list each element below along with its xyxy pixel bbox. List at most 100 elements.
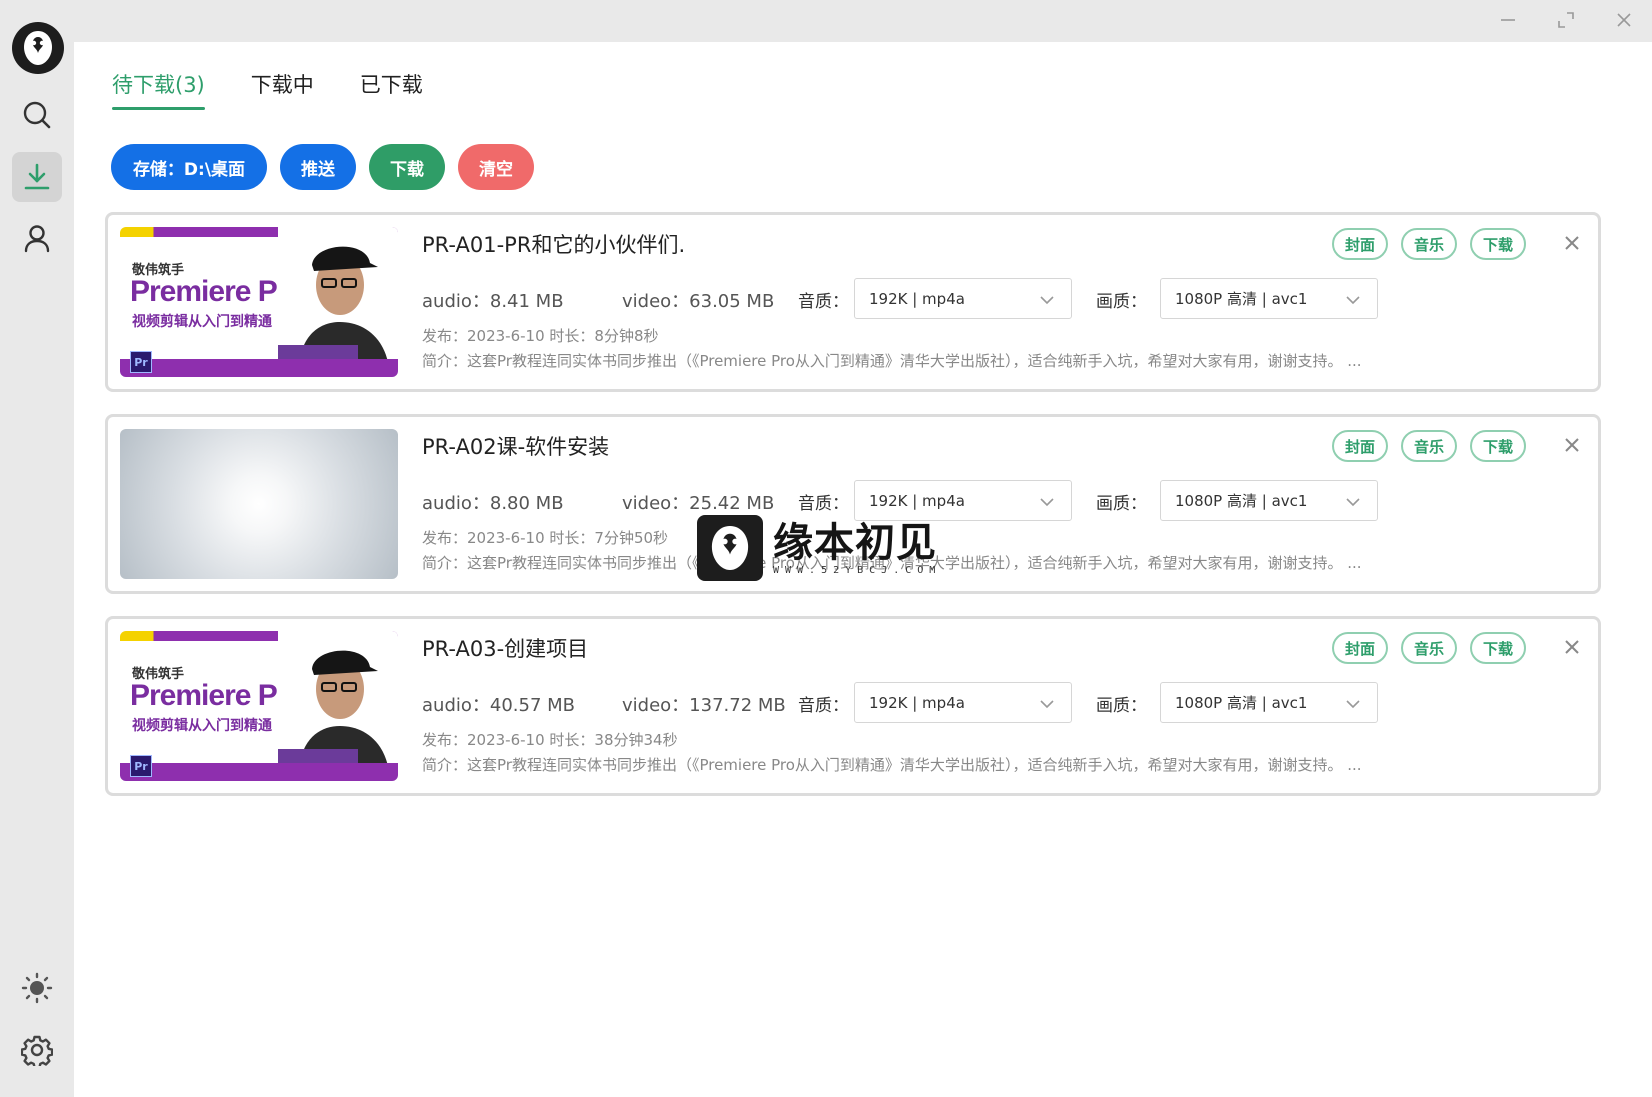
watermark: 缘本初见 WWW.52YBCJ.COM [697,514,941,582]
thumb-bottom-stripe [120,359,398,377]
watermark-title: 缘本初见 [773,519,937,566]
audio-quality-value: 192K | mp4a [869,289,965,308]
video-thumbnail[interactable]: 敬伟筑手 Premiere Pro 视频剪辑从入门到精通 Pr [120,631,398,781]
push-button[interactable]: 推送 [280,144,356,190]
video-quality-value: 1080P 高清 | avc1 [1175,694,1308,712]
remove-item-button[interactable] [1562,435,1582,455]
remove-item-button[interactable] [1562,637,1582,657]
tab-downloading[interactable]: 下载中 [251,70,314,110]
video-quality-select[interactable]: 1080P 高清 | avc1 [1160,682,1378,723]
music-button[interactable]: 音乐 [1401,228,1458,260]
thumb-subtitle: 视频剪辑从入门到精通 [132,314,272,330]
download-button[interactable]: 下载 [1470,228,1527,260]
cover-button[interactable]: 封面 [1332,228,1389,260]
download-icon [23,162,51,192]
audio-quality-select[interactable]: 192K | mp4a [854,278,1072,319]
sidebar-item-search[interactable] [12,90,62,140]
watermark-logo-icon [697,515,763,581]
chevron-down-icon [1039,494,1055,512]
user-icon [23,223,51,253]
app-logo-icon [12,22,64,74]
video-quality-label: 画质： [1096,494,1147,514]
close-icon [1562,236,1582,257]
presenter-image [278,227,398,377]
video-card: 敬伟筑手 Premiere Pro 视频剪辑从入门到精通 Pr PR-A03-创… [105,616,1601,796]
sun-icon [21,972,53,1004]
gear-icon [21,1034,53,1066]
video-title: PR-A03-创建项目 [422,637,589,661]
publish-info: 发布：2023-6-10 时长：7分钟50秒 [422,529,669,547]
close-icon [1562,640,1582,661]
video-quality-value: 1080P 高清 | avc1 [1175,492,1308,510]
video-thumbnail[interactable]: 敬伟筑手 Premiere Pro 视频剪辑从入门到精通 Pr [120,227,398,377]
sidebar-item-theme[interactable] [12,963,62,1013]
audio-size: audio：40.57 MB [422,695,576,716]
sidebar-item-download[interactable] [12,152,62,202]
video-title: PR-A02课-软件安装 [422,435,610,459]
music-button[interactable]: 音乐 [1401,632,1458,664]
video-size: video：63.05 MB [622,291,775,312]
video-card: 敬伟筑手 Premiere Pro 视频剪辑从入门到精通 Pr PR-A01-P… [105,212,1601,392]
audio-quality-label: 音质： [798,292,849,312]
video-description: 简介：这套Pr教程连同实体书同步推出（《Premiere Pro从入门到精通》清… [422,352,1362,370]
video-quality-label: 画质： [1096,696,1147,716]
minimize-icon [1499,11,1517,33]
video-description: 简介：这套Pr教程连同实体书同步推出（《Premiere Pro从入门到精通》清… [422,756,1362,774]
thumb-subtitle: 视频剪辑从入门到精通 [132,718,272,734]
download-button[interactable]: 下载 [1470,430,1527,462]
title-bar [74,0,1652,42]
presenter-image [278,631,398,781]
video-description: 简介：这套Pr教程连同实体书同步推出（《Premiere Pro从入门到精通》清… [422,554,1362,572]
video-quality-label: 画质： [1096,292,1147,312]
tab-bar: 待下载(3) 下载中 已下载 [112,70,469,110]
storage-path-button[interactable]: 存储：D:\桌面 [111,144,267,190]
close-icon [1615,11,1633,33]
tab-pending[interactable]: 待下载(3) [112,70,205,110]
chevron-down-icon [1039,696,1055,714]
audio-quality-value: 192K | mp4a [869,491,965,510]
chevron-down-icon [1345,696,1361,714]
premiere-badge: Pr [130,351,152,373]
premiere-badge: Pr [130,755,152,777]
sidebar-item-user[interactable] [12,213,62,263]
download-button[interactable]: 下载 [1470,632,1527,664]
chevron-down-icon [1345,292,1361,310]
close-icon [1562,438,1582,459]
audio-quality-label: 音质： [798,494,849,514]
audio-quality-select[interactable]: 192K | mp4a [854,682,1072,723]
sidebar [0,0,74,1097]
search-icon [22,100,52,130]
video-quality-select[interactable]: 1080P 高清 | avc1 [1160,278,1378,319]
maximize-icon [1557,11,1575,33]
music-button[interactable]: 音乐 [1401,430,1458,462]
sidebar-item-settings[interactable] [12,1025,62,1075]
audio-quality-value: 192K | mp4a [869,693,965,712]
close-window-button[interactable] [1612,10,1636,34]
thumb-bottom-stripe [120,763,398,781]
publish-info: 发布：2023-6-10 时长：38分钟34秒 [422,731,678,749]
video-thumbnail[interactable] [120,429,398,579]
audio-size: audio：8.80 MB [422,493,564,514]
cover-button[interactable]: 封面 [1332,430,1389,462]
audio-quality-label: 音质： [798,696,849,716]
video-title: PR-A01-PR和它的小伙伴们. [422,233,686,257]
minimize-button[interactable] [1496,10,1520,34]
video-quality-select[interactable]: 1080P 高清 | avc1 [1160,480,1378,521]
action-bar: 存储：D:\桌面 推送 下载 清空 [111,144,547,190]
watermark-text: 缘本初见 WWW.52YBCJ.COM [773,521,941,576]
watermark-url: WWW.52YBCJ.COM [773,564,942,576]
video-quality-value: 1080P 高清 | avc1 [1175,290,1308,308]
tab-downloaded[interactable]: 已下载 [360,70,423,110]
download-all-button[interactable]: 下载 [369,144,445,190]
publish-info: 发布：2023-6-10 时长：8分钟8秒 [422,327,659,345]
maximize-button[interactable] [1554,10,1578,34]
chevron-down-icon [1345,494,1361,512]
video-size: video：137.72 MB [622,695,786,716]
video-size: video：25.42 MB [622,493,775,514]
clear-button[interactable]: 清空 [458,144,534,190]
cover-button[interactable]: 封面 [1332,632,1389,664]
chevron-down-icon [1039,292,1055,310]
audio-size: audio：8.41 MB [422,291,564,312]
remove-item-button[interactable] [1562,233,1582,253]
app-window: 待下载(3) 下载中 已下载 存储：D:\桌面 推送 下载 清空 敬伟筑手 Pr… [0,0,1652,1097]
